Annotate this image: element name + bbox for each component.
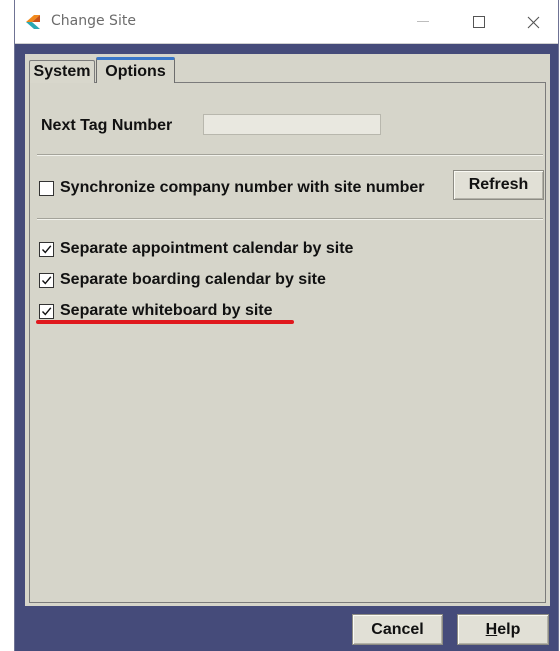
help-button[interactable]: Help [457, 614, 549, 645]
checkmark-icon [41, 307, 52, 316]
maximize-icon [473, 16, 485, 28]
highlight-underline [36, 320, 294, 324]
tab-panel [29, 82, 546, 603]
appointment-calendar-label: Separate appointment calendar by site [60, 240, 354, 257]
separator [37, 154, 543, 156]
whiteboard-checkbox[interactable] [39, 304, 54, 319]
boarding-calendar-label: Separate boarding calendar by site [60, 271, 326, 288]
checkmark-icon [41, 276, 52, 285]
app-logo-icon [26, 15, 40, 29]
help-label: elp [497, 620, 521, 638]
sync-company-label: Synchronize company number with site num… [60, 179, 425, 196]
tab-options[interactable]: Options [96, 57, 175, 83]
window-title: Change Site [51, 13, 136, 29]
minimize-button[interactable] [401, 0, 445, 44]
checkmark-icon [41, 245, 52, 254]
next-tag-number-input[interactable] [203, 114, 381, 135]
next-tag-label: Next Tag Number [41, 117, 173, 134]
title-bar[interactable]: Change Site [15, 0, 558, 44]
close-button[interactable] [511, 0, 555, 44]
refresh-button[interactable]: Refresh [453, 170, 544, 200]
minimize-icon [417, 21, 429, 22]
sync-company-checkbox[interactable] [39, 181, 54, 196]
maximize-button[interactable] [457, 0, 501, 44]
whiteboard-label: Separate whiteboard by site [60, 302, 273, 319]
help-mnemonic: H [485, 620, 498, 638]
separator [37, 218, 543, 220]
change-site-window: Change Site System Options Next Tag Numb… [14, 0, 559, 651]
boarding-calendar-checkbox[interactable] [39, 273, 54, 288]
appointment-calendar-checkbox[interactable] [39, 242, 54, 257]
dialog-body: System Options Next Tag Number Synchroni… [25, 54, 550, 606]
cancel-button[interactable]: Cancel [352, 614, 443, 645]
close-icon [527, 16, 539, 28]
tab-system[interactable]: System [29, 60, 95, 83]
